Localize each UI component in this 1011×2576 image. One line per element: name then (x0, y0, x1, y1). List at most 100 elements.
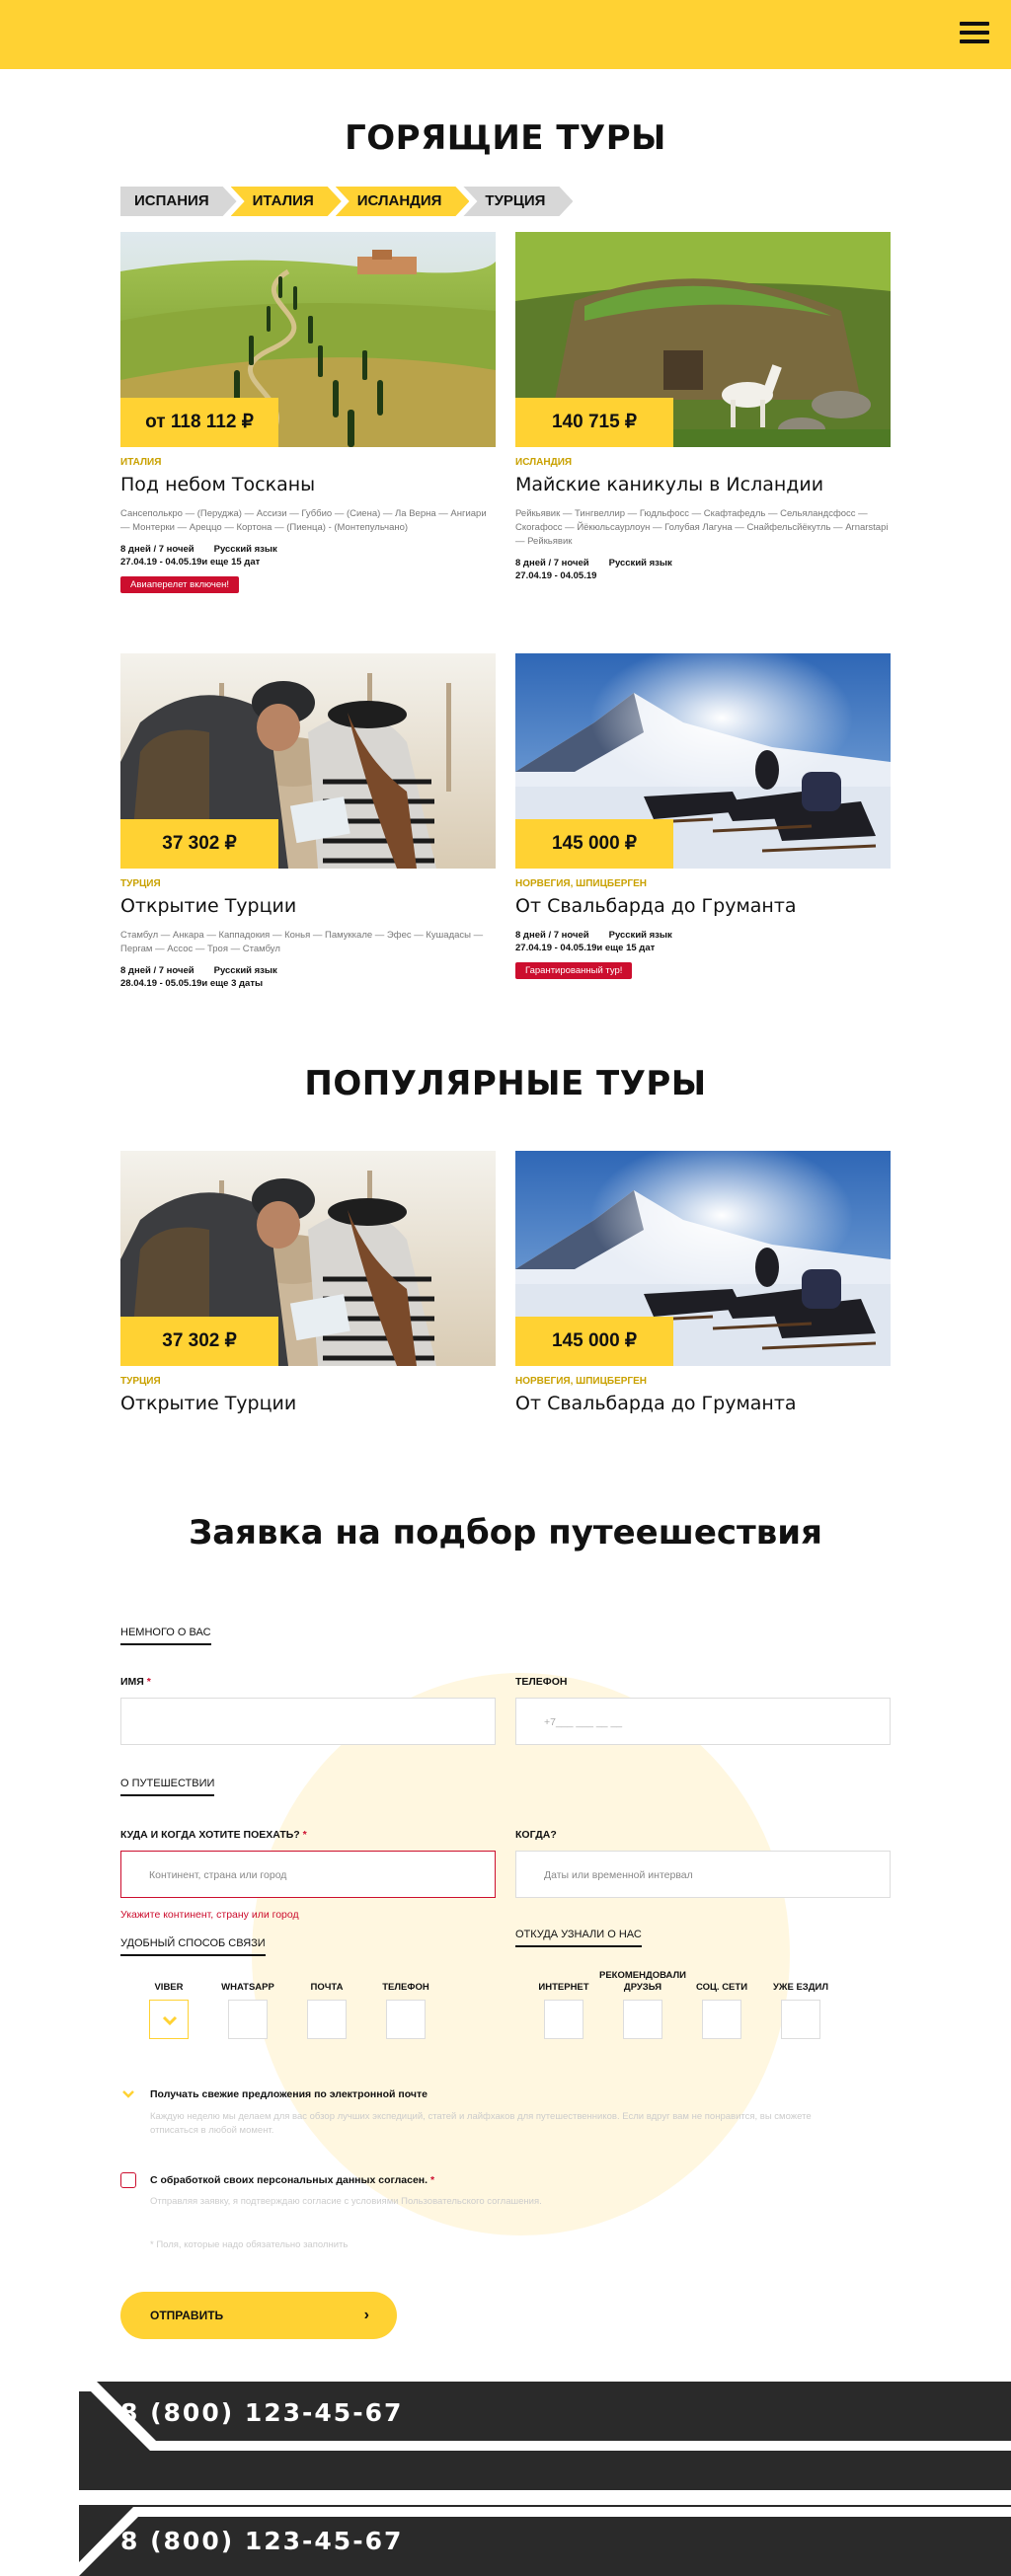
tour-country: НОРВЕГИЯ, ШПИЦБЕРГЕН (515, 1376, 647, 1387)
source-option-travelled[interactable]: УЖЕ ЕЗДИЛ (773, 1964, 828, 2039)
travelled-checkbox[interactable] (781, 2000, 820, 2039)
decorative-circle (252, 1673, 790, 2235)
internet-checkbox[interactable] (544, 2000, 583, 2039)
tour-country: НОРВЕГИЯ, ШПИЦБЕРГЕН (515, 878, 647, 889)
tab-italy[interactable]: ИТАЛИЯ (231, 187, 342, 216)
phone-checkbox[interactable] (386, 2000, 426, 2039)
tour-price: 145 000 ₽ (515, 819, 673, 869)
popular-card[interactable]: 145 000 ₽ НОРВЕГИЯ, ШПИЦБЕРГЕН От Свальб… (515, 1151, 891, 1414)
where-error: Укажите континент, страну или город (120, 1909, 299, 1921)
tour-card[interactable]: 37 302 ₽ ТУРЦИЯ Открытие Турции Стамбул … (120, 653, 496, 990)
name-label: ИМЯ * (120, 1676, 151, 1688)
tab-spain[interactable]: ИСПАНИЯ (120, 187, 237, 216)
subscribe-checkbox[interactable] (120, 2086, 136, 2102)
tour-language: Русский язык (608, 558, 672, 568)
trip-section-label: О ПУТЕШЕСТВИИ (120, 1778, 215, 1796)
viber-checkbox[interactable] (149, 2000, 189, 2039)
mail-checkbox[interactable] (307, 2000, 347, 2039)
contact-option-phone[interactable]: ТЕЛЕФОН (382, 1964, 429, 2039)
hot-tours-title: ГОРЯЩИЕ ТУРЫ (345, 118, 666, 158)
source-section-label: ОТКУДА УЗНАЛИ О НАС (515, 1929, 642, 1947)
source-option-internet[interactable]: ИНТЕРНЕТ (538, 1964, 589, 2039)
contact-option-whatsapp[interactable]: WHATSAPP (221, 1964, 274, 2039)
form-title: Заявка на подбор путеешествия (189, 1513, 822, 1553)
tour-image-turkey: 37 302 ₽ (120, 653, 496, 869)
tour-dates: 28.04.19 - 05.05.19и еще 3 даты (120, 978, 264, 989)
burger-menu-icon[interactable] (960, 22, 989, 45)
tour-image-svalbard: 145 000 ₽ (515, 653, 891, 869)
tour-duration: 8 дней / 7 ночей (120, 544, 194, 555)
tour-badge: Гарантированный тур! (515, 962, 633, 979)
submit-button[interactable]: ОТПРАВИТЬ › (120, 2292, 397, 2339)
contact-option-viber[interactable]: VIBER (149, 1964, 189, 2039)
subscribe-hint: Каждую неделю мы делаем для вас обзор лу… (150, 2111, 812, 2136)
tour-language: Русский язык (608, 930, 672, 941)
phone-label: ТЕЛЕФОН (515, 1676, 568, 1688)
contact-option-mail[interactable]: ПОЧТА (307, 1964, 347, 2039)
tour-route: Стамбул — Анкара — Каппадокия — Конья — … (120, 930, 484, 954)
where-field[interactable]: Континент, страна или город (120, 1851, 496, 1898)
about-section-label: НЕМНОГО О ВАС (120, 1627, 211, 1645)
tour-name[interactable]: От Свальбарда до Груманта (515, 1393, 891, 1414)
tour-language: Русский язык (213, 544, 277, 555)
tour-meta: 8 дней / 7 ночей Русский язык 27.04.19 - … (515, 557, 891, 582)
source-option-social[interactable]: СОЦ. СЕТИ (696, 1964, 747, 2039)
footer-phone[interactable]: 8 (800) 123-45-67 (120, 2527, 403, 2555)
tour-name[interactable]: Открытие Турции (120, 1393, 496, 1414)
social-checkbox[interactable] (702, 2000, 741, 2039)
tour-name[interactable]: Майские каникулы в Исландии (515, 474, 891, 495)
tour-route: Рейкьявик — Тингвеллир — Гюдльфосс — Ска… (515, 508, 889, 547)
check-icon (122, 2090, 134, 2098)
tour-route: Сансеполькро — (Перуджа) — Ассизи — Губб… (120, 508, 487, 533)
consent-checkbox[interactable] (120, 2172, 136, 2188)
when-label: КОГДА? (515, 1829, 557, 1841)
tour-card[interactable]: 145 000 ₽ НОРВЕГИЯ, ШПИЦБЕРГЕН От Свальб… (515, 653, 891, 979)
tour-duration: 8 дней / 7 ночей (515, 930, 589, 941)
name-field[interactable] (120, 1698, 496, 1745)
where-label: КУДА И КОГДА ХОТИТЕ ПОЕХАТЬ? * (120, 1829, 307, 1841)
source-option-friends[interactable]: РЕКОМЕНДОВАЛИ ДРУЗЬЯ (599, 1964, 686, 2039)
when-field[interactable]: Даты или временной интервал (515, 1851, 891, 1898)
tour-dates: 27.04.19 - 04.05.19 (515, 570, 597, 581)
tour-price: 37 302 ₽ (120, 819, 278, 869)
country-tabs: ИСПАНИЯ ИТАЛИЯ ИСЛАНДИЯ ТУРЦИЯ (120, 187, 567, 216)
tour-image-iceland: 140 715 ₽ (515, 232, 891, 447)
tour-card[interactable]: 140 715 ₽ ИСЛАНДИЯ Майские каникулы в Ис… (515, 232, 891, 582)
tour-country: ТУРЦИЯ (120, 878, 161, 889)
consent-label: С обработкой своих персональных данных с… (150, 2174, 435, 2186)
contact-section-label: УДОБНЫЙ СПОСОБ СВЯЗИ (120, 1937, 266, 1956)
tour-price: от 118 112 ₽ (120, 398, 278, 447)
popular-tours-title: ПОПУЛЯРНЫЕ ТУРЫ (304, 1064, 707, 1103)
tour-meta: 8 дней / 7 ночей Русский язык 28.04.19 - … (120, 964, 496, 990)
phone-field[interactable]: +7___ ___ __ __ (515, 1698, 891, 1745)
tour-image-svalbard: 145 000 ₽ (515, 1151, 891, 1366)
tab-iceland[interactable]: ИСЛАНДИЯ (336, 187, 470, 216)
tour-meta: 8 дней / 7 ночей Русский язык 27.04.19 - … (120, 543, 496, 568)
friends-checkbox[interactable] (623, 2000, 662, 2039)
tab-turkey[interactable]: ТУРЦИЯ (463, 187, 573, 216)
check-icon (162, 2015, 178, 2026)
required-note: * Поля, которые надо обязательно заполни… (150, 2239, 349, 2250)
consent-hint: Отправляя заявку, я подтверждаю согласие… (150, 2196, 542, 2207)
subscribe-label: Получать свежие предложения по электронн… (150, 2088, 428, 2100)
tour-card[interactable]: от 118 112 ₽ ИТАЛИЯ Под небом Тосканы Са… (120, 232, 496, 593)
tour-meta: 8 дней / 7 ночей Русский язык 27.04.19 - … (515, 929, 891, 954)
footer-phone[interactable]: 8 (800) 123-45-67 (120, 2398, 403, 2427)
tour-duration: 8 дней / 7 ночей (515, 558, 589, 568)
tour-name[interactable]: Под небом Тосканы (120, 474, 496, 495)
tour-image-tuscany: от 118 112 ₽ (120, 232, 496, 447)
tour-price: 140 715 ₽ (515, 398, 673, 447)
tour-language: Русский язык (213, 965, 277, 976)
whatsapp-checkbox[interactable] (228, 2000, 268, 2039)
tour-name[interactable]: Открытие Турции (120, 895, 496, 917)
tour-badge: Авиаперелет включен! (120, 576, 240, 593)
tour-country: ТУРЦИЯ (120, 1376, 161, 1387)
tour-dates: 27.04.19 - 04.05.19и еще 15 дат (120, 557, 261, 568)
tour-image-turkey: 37 302 ₽ (120, 1151, 496, 1366)
arrow-right-icon: › (363, 2307, 369, 2323)
tour-country: ИТАЛИЯ (120, 457, 162, 468)
tour-price: 37 302 ₽ (120, 1317, 278, 1366)
popular-card[interactable]: 37 302 ₽ ТУРЦИЯ Открытие Турции (120, 1151, 496, 1414)
top-header (0, 0, 1011, 69)
tour-name[interactable]: От Свальбарда до Груманта (515, 895, 891, 917)
